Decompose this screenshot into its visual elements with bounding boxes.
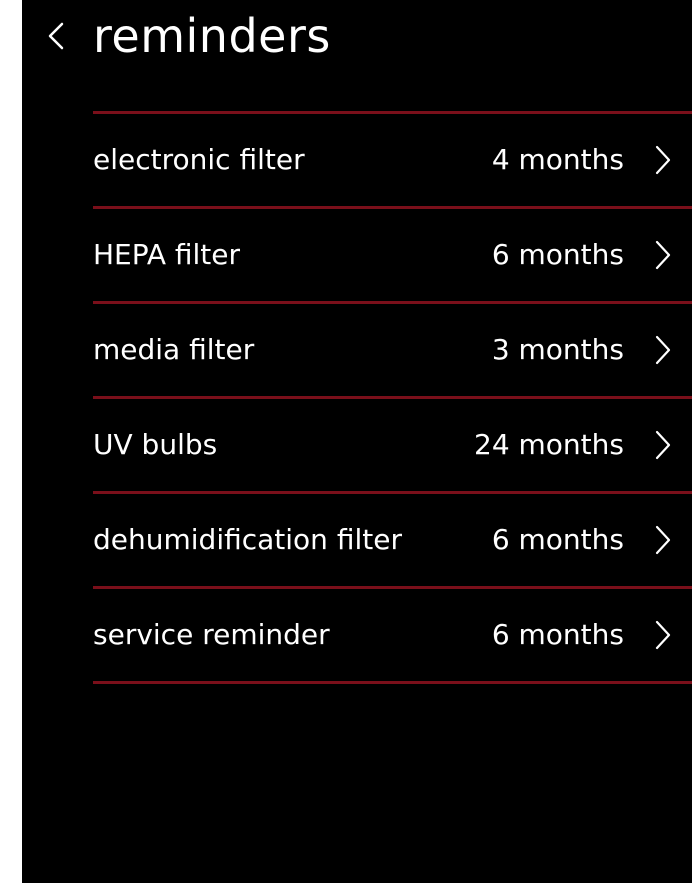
reminder-label: media filter (93, 333, 255, 366)
reminder-interval: 24 months (474, 428, 624, 461)
reminder-row-electronic-filter[interactable]: electronic filter 4 months (93, 114, 692, 206)
reminder-label: service reminder (93, 618, 330, 651)
reminder-row-media-filter[interactable]: media filter 3 months (93, 304, 692, 396)
divider (93, 681, 692, 684)
reminder-row-uv-bulbs[interactable]: UV bulbs 24 months (93, 399, 692, 491)
reminder-interval: 4 months (491, 143, 624, 176)
reminder-interval: 6 months (491, 238, 624, 271)
reminder-row-service-reminder[interactable]: service reminder 6 months (93, 589, 692, 681)
header: reminders (22, 0, 692, 80)
chevron-right-icon (652, 239, 672, 271)
reminder-interval: 3 months (491, 333, 624, 366)
page-title: reminders (93, 9, 331, 63)
chevron-right-icon (652, 619, 672, 651)
chevron-right-icon (652, 524, 672, 556)
chevron-left-icon (42, 14, 76, 58)
reminder-interval: 6 months (491, 618, 624, 651)
back-button[interactable] (42, 14, 76, 58)
reminder-label: electronic filter (93, 143, 305, 176)
reminder-label: dehumidification filter (93, 523, 402, 556)
reminders-list: electronic filter 4 months HEPA filter 6… (93, 111, 692, 684)
chevron-right-icon (652, 334, 672, 366)
reminder-row-dehumidification-filter[interactable]: dehumidification filter 6 months (93, 494, 692, 586)
reminder-row-hepa-filter[interactable]: HEPA filter 6 months (93, 209, 692, 301)
reminders-screen: reminders electronic filter 4 months HEP… (22, 0, 692, 883)
reminder-label: UV bulbs (93, 428, 218, 461)
chevron-right-icon (652, 429, 672, 461)
reminder-interval: 6 months (491, 523, 624, 556)
reminder-label: HEPA filter (93, 238, 241, 271)
chevron-right-icon (652, 144, 672, 176)
